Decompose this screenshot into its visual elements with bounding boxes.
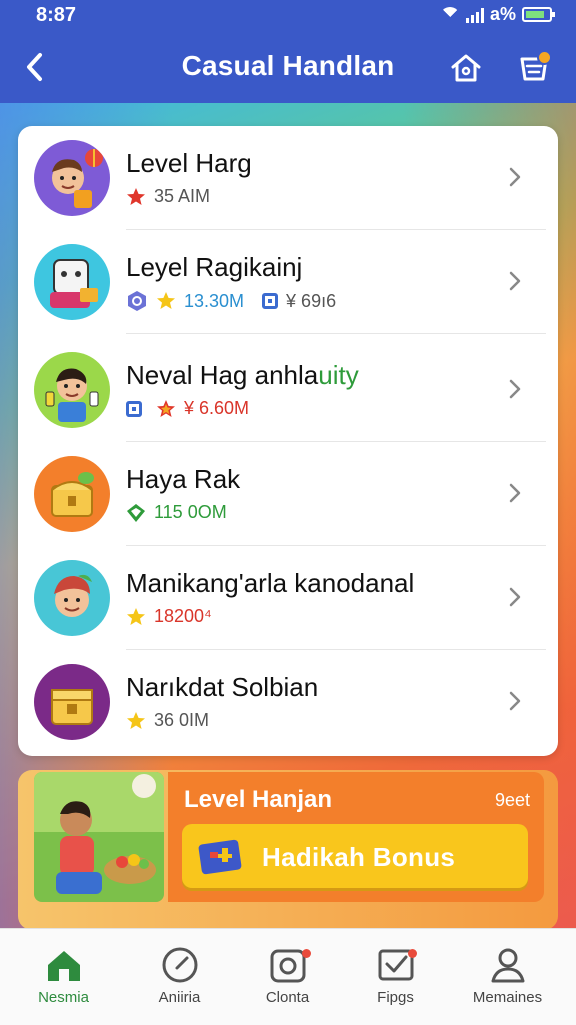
nav-item-memaines[interactable]: Memaines bbox=[450, 929, 565, 1025]
item-name: Neval Hag anhlauity bbox=[126, 360, 359, 390]
promo-image bbox=[34, 772, 164, 902]
treasure-chest-icon bbox=[51, 472, 94, 517]
item-value: 35 AIM bbox=[154, 186, 211, 206]
nav-label: Nesmia bbox=[38, 989, 89, 1006]
avatar bbox=[34, 140, 110, 216]
character-avatar-icon bbox=[45, 368, 99, 422]
profile-icon bbox=[491, 948, 525, 983]
star-yellow-icon bbox=[127, 711, 145, 729]
chevron-right-icon bbox=[500, 686, 530, 716]
robot-avatar-icon bbox=[50, 259, 98, 308]
star-red-icon bbox=[157, 399, 175, 417]
avatar bbox=[34, 456, 110, 532]
promo-tag: 9eet bbox=[494, 790, 530, 810]
item-value: 18200⁴ bbox=[154, 606, 212, 626]
nav-item-aniiria[interactable]: Aniiria bbox=[122, 929, 237, 1025]
item-meta: 18200⁴ bbox=[126, 606, 212, 627]
list-item[interactable]: Narıkdat Solbian 36 0IM bbox=[18, 650, 558, 754]
chevron-right-icon bbox=[500, 162, 530, 192]
bonus-button-label: Hadikah Bonus bbox=[262, 842, 456, 872]
star-red-icon bbox=[127, 187, 145, 205]
nav-label: Aniiria bbox=[158, 989, 201, 1006]
nav-label: Fipgs bbox=[377, 989, 414, 1006]
nav-label: Memaines bbox=[472, 989, 543, 1006]
promo-panel: Level Hanjan 9eet Hadikah Bonus bbox=[168, 772, 544, 902]
status-icons: a% bbox=[439, 4, 555, 27]
notification-badge bbox=[302, 949, 311, 958]
home-icon bbox=[48, 951, 80, 981]
battery-icon bbox=[522, 7, 555, 22]
list-item[interactable]: Level Harg 35 AIM bbox=[18, 126, 558, 230]
avatar bbox=[34, 352, 110, 428]
status-bar: 8:87 a% bbox=[0, 0, 576, 32]
status-time: 8:87 bbox=[36, 4, 77, 26]
home-button[interactable] bbox=[446, 48, 486, 88]
star-yellow-icon bbox=[157, 292, 175, 309]
character-avatar-icon bbox=[54, 574, 92, 617]
item-name: Haya Rak bbox=[126, 464, 241, 494]
item-name: Leyel Ragikainj bbox=[126, 252, 303, 282]
item-name: Level Harg bbox=[126, 148, 252, 178]
item-meta: 13.30M ¥ 69ı6 bbox=[126, 290, 336, 312]
nav-label: Clonta bbox=[265, 989, 310, 1006]
level-list: Level Harg 35 AIM Leyel Ragikainj 13.30M… bbox=[18, 126, 558, 756]
notification-dot bbox=[537, 50, 552, 65]
chevron-right-icon bbox=[500, 266, 530, 296]
gift-box-icon bbox=[198, 839, 242, 875]
item-value: 13.30M bbox=[184, 290, 245, 311]
compass-icon bbox=[162, 947, 198, 983]
bonus-button[interactable]: Hadikah Bonus bbox=[182, 824, 528, 888]
avatar bbox=[34, 664, 110, 740]
item-name: Narıkdat Solbian bbox=[126, 672, 319, 702]
square-icon bbox=[262, 293, 279, 309]
notification-badge bbox=[408, 949, 417, 958]
item-meta: ¥ 6.60M bbox=[126, 398, 249, 419]
list-item[interactable]: Neval Hag anhlauity ¥ 6.60M bbox=[18, 338, 558, 442]
boy-with-basket-illustration bbox=[34, 772, 164, 902]
chevron-right-icon bbox=[500, 374, 530, 404]
battery-text: a% bbox=[489, 4, 516, 24]
app-header: 8:87 a% Casual Handlan bbox=[0, 0, 576, 103]
list-item[interactable]: Haya Rak 115 0OM bbox=[18, 442, 558, 546]
star-yellow-icon bbox=[127, 607, 145, 625]
promo-card[interactable]: Level Hanjan 9eet Hadikah Bonus bbox=[18, 770, 558, 930]
item-meta: 35 AIM bbox=[126, 186, 210, 207]
nav-item-clonta[interactable]: Clonta bbox=[230, 929, 345, 1025]
avatar bbox=[34, 560, 110, 636]
promo-title: Level Hanjan bbox=[184, 786, 333, 813]
chevron-right-icon bbox=[500, 582, 530, 612]
list-item[interactable]: Manikang'arla kanodanal 18200⁴ bbox=[18, 546, 558, 650]
chevron-right-icon bbox=[500, 478, 530, 508]
item-meta: 115 0OM bbox=[126, 502, 227, 523]
item-value: 115 0OM bbox=[154, 502, 227, 522]
title-bar: Casual Handlan bbox=[0, 34, 576, 100]
list-item[interactable]: Leyel Ragikainj 13.30M ¥ 69ı6 bbox=[18, 230, 558, 334]
item-value: ¥ 6.60M bbox=[184, 398, 250, 418]
nav-item-fipgs[interactable]: Fipgs bbox=[338, 929, 453, 1025]
avatar bbox=[34, 244, 110, 320]
signal-icon bbox=[465, 7, 484, 23]
inbox-button[interactable] bbox=[514, 48, 554, 88]
badge-icon bbox=[128, 291, 146, 311]
treasure-chest-icon bbox=[51, 689, 93, 725]
item-meta: 36 0IM bbox=[126, 710, 209, 731]
wifi-icon bbox=[439, 6, 460, 27]
item-value: 36 0IM bbox=[154, 710, 210, 730]
item-value-secondary: ¥ 69ı6 bbox=[286, 290, 337, 311]
divider bbox=[126, 333, 546, 334]
gem-green-icon bbox=[127, 503, 145, 522]
home-icon bbox=[451, 54, 481, 82]
item-name: Manikang'arla kanodanal bbox=[126, 568, 415, 598]
page-title: Casual Handlan bbox=[181, 50, 395, 81]
nav-item-nesmia[interactable]: Nesmia bbox=[6, 929, 121, 1025]
square-icon bbox=[126, 400, 142, 417]
character-avatar-icon bbox=[52, 149, 103, 208]
bottom-navigation: Nesmia Aniiria Clonta Fipgs Memaines bbox=[0, 928, 576, 1025]
